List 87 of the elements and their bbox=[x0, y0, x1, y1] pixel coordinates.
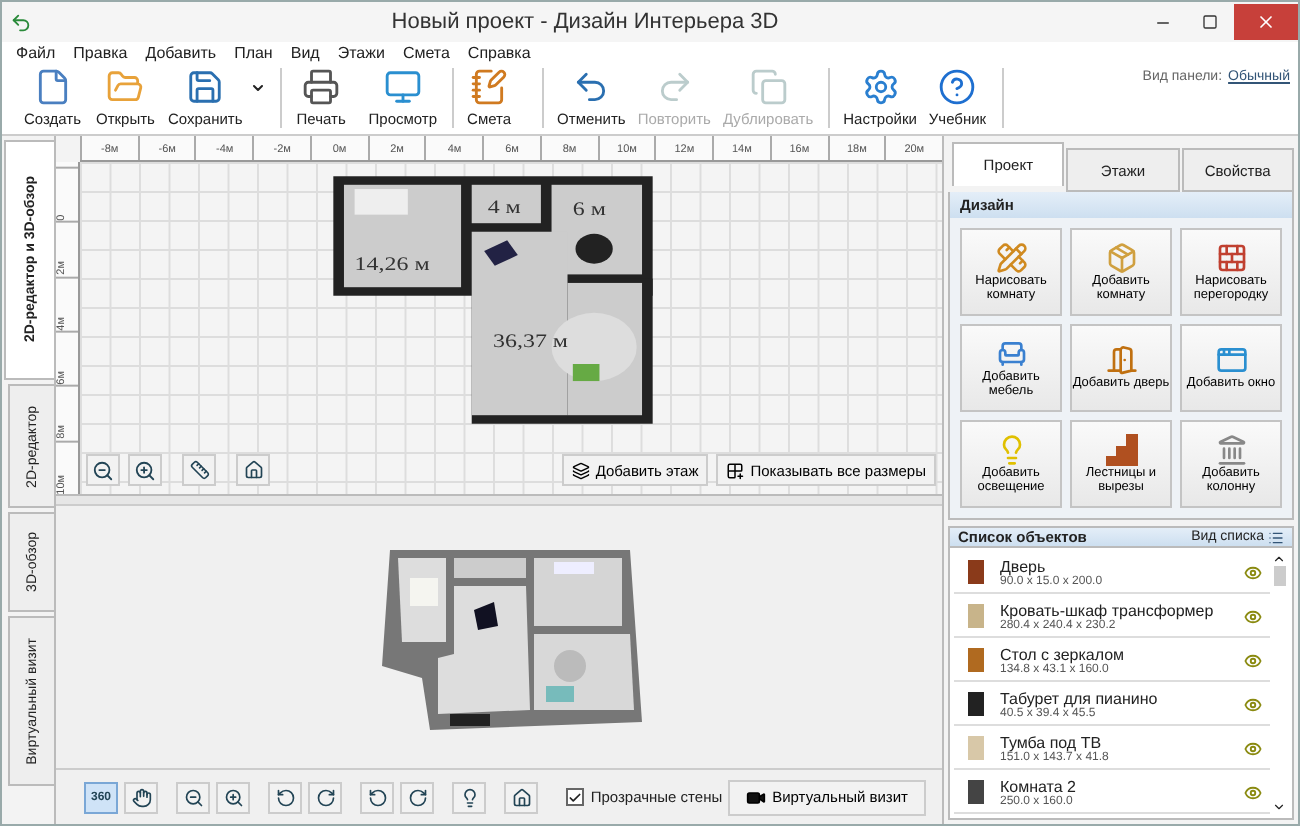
scrollbar[interactable] bbox=[1270, 552, 1288, 814]
brick-wall-icon bbox=[1215, 241, 1247, 274]
view-tool-button[interactable] bbox=[176, 781, 210, 813]
visibility-icon[interactable] bbox=[1244, 739, 1262, 757]
menu-item[interactable]: Смета bbox=[402, 43, 450, 61]
window-icon bbox=[1215, 344, 1247, 377]
menu-item[interactable]: Вид bbox=[290, 43, 320, 61]
view-tool-button[interactable] bbox=[452, 781, 486, 813]
home-button[interactable] bbox=[236, 454, 270, 486]
ruler-icon bbox=[189, 460, 209, 480]
hand-icon bbox=[131, 787, 151, 807]
object-name: Кровать-шкаф трансформер bbox=[1000, 601, 1216, 619]
object-name: Комната 2 bbox=[1000, 777, 1078, 795]
visibility-icon[interactable] bbox=[1244, 651, 1262, 669]
view-tool-button[interactable] bbox=[400, 781, 434, 813]
menu-item[interactable]: План bbox=[234, 43, 273, 61]
lightbulb-icon bbox=[459, 787, 479, 807]
object-thumbnail-icon bbox=[962, 646, 990, 674]
menu-item[interactable]: Этажи bbox=[337, 43, 385, 61]
menu-item[interactable]: Справка bbox=[467, 43, 531, 61]
checkmark-icon bbox=[568, 789, 583, 805]
zoom-out-icon bbox=[92, 459, 114, 481]
settings-icon bbox=[861, 68, 900, 106]
object-thumbnail-icon bbox=[962, 602, 990, 630]
home-icon bbox=[243, 460, 263, 480]
copy-icon bbox=[749, 68, 788, 106]
zoom-out-icon bbox=[183, 787, 203, 807]
notebook-icon bbox=[470, 68, 509, 106]
door-icon bbox=[1105, 344, 1137, 377]
visibility-icon[interactable] bbox=[1244, 695, 1262, 713]
pencil-ruler-icon bbox=[995, 241, 1027, 274]
view-tool-button[interactable] bbox=[124, 781, 158, 813]
object-thumbnail-icon bbox=[962, 690, 990, 718]
folder-icon bbox=[106, 68, 145, 106]
view-tool-button[interactable] bbox=[216, 781, 250, 813]
rotate-right-icon bbox=[315, 787, 335, 807]
menu-item[interactable]: Файл bbox=[16, 43, 56, 61]
scroll-thumb[interactable] bbox=[1273, 566, 1285, 586]
app-logo-icon bbox=[10, 11, 32, 33]
list-icon bbox=[1268, 529, 1284, 545]
scroll-up-icon[interactable] bbox=[1272, 552, 1286, 566]
zoom-in-icon bbox=[223, 787, 243, 807]
zoom-in-icon bbox=[134, 459, 156, 481]
armchair-icon bbox=[995, 337, 1027, 370]
menu-item[interactable]: Правка bbox=[73, 43, 128, 61]
view-tool-button[interactable] bbox=[360, 781, 394, 813]
object-name: Стол с зеркалом bbox=[1000, 645, 1127, 663]
printer-icon bbox=[302, 68, 341, 106]
object-thumbnail-icon bbox=[962, 734, 990, 762]
object-name: Табурет для пианино bbox=[1000, 689, 1160, 707]
column-icon bbox=[1215, 433, 1247, 466]
help-icon bbox=[938, 68, 977, 106]
object-thumbnail-icon bbox=[962, 778, 990, 806]
room-area-label: 6 м bbox=[572, 198, 606, 220]
caret-icon bbox=[250, 80, 267, 96]
stairs-icon bbox=[1105, 433, 1137, 466]
video-camera-icon bbox=[746, 787, 767, 807]
visibility-icon[interactable] bbox=[1244, 783, 1262, 801]
scroll-down-icon[interactable] bbox=[1272, 800, 1286, 814]
zoom-in-button[interactable] bbox=[128, 454, 162, 486]
new-file-icon bbox=[33, 68, 72, 106]
undo-icon bbox=[572, 68, 611, 106]
maximize-icon bbox=[1202, 14, 1218, 30]
redo-icon bbox=[655, 68, 694, 106]
visibility-icon[interactable] bbox=[1244, 607, 1262, 625]
zoom-out-button[interactable] bbox=[86, 454, 120, 486]
monitor-icon bbox=[383, 68, 422, 106]
room-area-label: 36,37 м bbox=[493, 331, 568, 353]
view-tool-button[interactable] bbox=[504, 781, 538, 813]
object-thumbnail-icon bbox=[962, 558, 990, 586]
grid-icon bbox=[726, 461, 745, 479]
room-area-label: 4 м bbox=[487, 196, 521, 218]
rotate-left-icon bbox=[275, 787, 295, 807]
home-icon bbox=[511, 787, 531, 807]
close-button[interactable] bbox=[1234, 4, 1298, 40]
layers-icon bbox=[571, 461, 590, 479]
object-name: Тумба под ТВ bbox=[1000, 733, 1102, 751]
object-name: Дверь bbox=[1000, 557, 1046, 575]
view-tool-button[interactable] bbox=[308, 781, 342, 813]
close-icon bbox=[1256, 12, 1276, 32]
box-icon bbox=[1105, 241, 1137, 274]
visibility-icon[interactable] bbox=[1244, 563, 1262, 581]
room-area-label: 14,26 м bbox=[354, 254, 430, 276]
view-tool-button[interactable] bbox=[268, 781, 302, 813]
ruler-button[interactable] bbox=[182, 454, 216, 486]
window-title: Новый проект - Дизайн Интерьера 3D bbox=[389, 10, 781, 34]
menu-item[interactable]: Добавить bbox=[145, 43, 217, 61]
